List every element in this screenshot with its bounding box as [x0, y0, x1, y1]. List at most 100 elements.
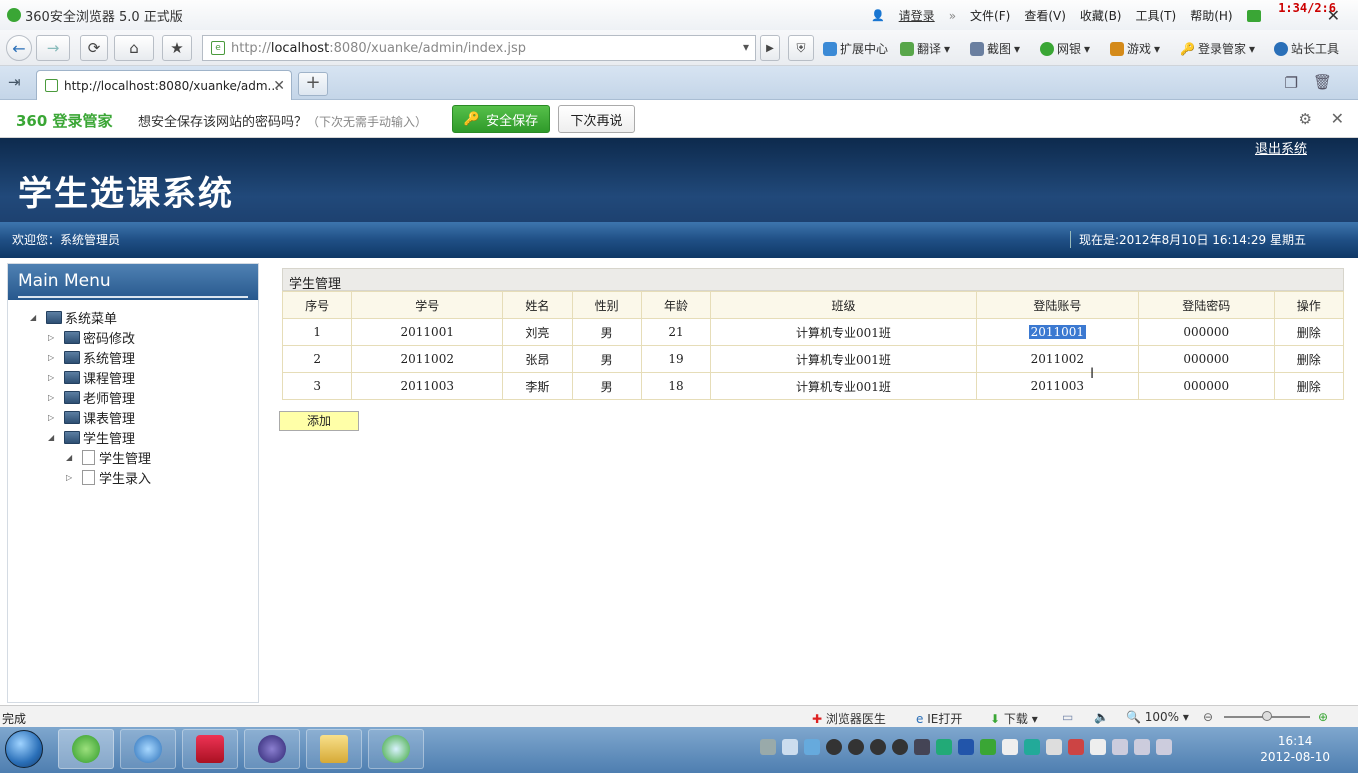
shield-icon[interactable]	[980, 739, 996, 755]
favorite-star-button[interactable]: ★	[162, 35, 192, 61]
tray-app-icon[interactable]	[958, 739, 974, 755]
shield-icon[interactable]: ⛨	[788, 35, 814, 61]
qq-icon[interactable]	[848, 739, 864, 755]
tray-app-icon[interactable]	[1046, 739, 1062, 755]
tray-app-icon[interactable]	[1068, 739, 1084, 755]
extensions-button[interactable]: 扩展中心	[823, 40, 888, 57]
flag-icon[interactable]	[1090, 739, 1106, 755]
taskbar-toolbox[interactable]	[182, 729, 238, 769]
qq-icon[interactable]	[870, 739, 886, 755]
zoom-level[interactable]: 🔍 100% ▾	[1126, 710, 1189, 724]
tree-item-students[interactable]: ◢ 学生管理	[48, 428, 135, 447]
go-button[interactable]: ▶	[760, 35, 780, 61]
expand-icon[interactable]: ▷	[48, 353, 58, 362]
tree-item-system[interactable]: ▷ 系统管理	[48, 348, 135, 367]
refresh-icon[interactable]	[1024, 739, 1040, 755]
login-manager-button[interactable]: 🔑 登录管家 ▾	[1180, 40, 1255, 57]
sidebar-toggle-icon[interactable]: ⇥	[8, 73, 21, 91]
menu-file[interactable]: 文件(F)	[970, 7, 1010, 24]
expand-icon[interactable]: ▷	[48, 413, 58, 422]
new-tab-button[interactable]: +	[298, 72, 328, 96]
network-icon[interactable]	[782, 739, 798, 755]
delete-link[interactable]: 删除	[1273, 318, 1345, 346]
welcome-text: 欢迎您：系统管理员	[12, 233, 121, 247]
games-button[interactable]: 游戏 ▾	[1110, 40, 1160, 57]
delete-link[interactable]: 删除	[1273, 372, 1345, 400]
forward-button[interactable]: →	[36, 35, 70, 61]
tree-item-courses[interactable]: ▷ 课程管理	[48, 368, 135, 387]
table-row: 3 2011003 李斯 男 18 计算机专业001班 2011003 0000…	[281, 372, 1345, 400]
menu-tools[interactable]: 工具(T)	[1136, 7, 1177, 24]
expand-icon[interactable]: ▷	[48, 373, 58, 382]
close-tab-icon[interactable]: ✕	[273, 78, 285, 94]
folder-icon	[64, 431, 80, 444]
logout-link[interactable]: 退出系统	[1255, 138, 1307, 157]
taskbar-360-browser[interactable]	[58, 729, 114, 769]
address-bar[interactable]: e http://localhost:8080/xuanke/admin/ind…	[202, 35, 756, 61]
window-icon[interactable]: ▭	[1062, 710, 1073, 724]
ie-open-button[interactable]: e IE打开	[916, 710, 962, 727]
device-icon[interactable]	[1112, 739, 1128, 755]
menu-favorites[interactable]: 收藏(B)	[1080, 7, 1122, 24]
tree-subitem-student-entry[interactable]: ▷ 学生录入	[66, 468, 151, 487]
collapse-icon[interactable]: ◢	[30, 313, 40, 322]
collapse-icon[interactable]: ◢	[66, 453, 76, 462]
taskbar-ie[interactable]	[120, 729, 176, 769]
login-link[interactable]: 请登录	[899, 7, 935, 24]
expand-icon[interactable]: ▷	[48, 393, 58, 402]
tree-item-schedule[interactable]: ▷ 课表管理	[48, 408, 135, 427]
address-dropdown-icon[interactable]: ▾	[743, 40, 749, 54]
bank-button[interactable]: 网银 ▾	[1040, 40, 1090, 57]
taskbar-app[interactable]	[368, 729, 424, 769]
cell-class: 计算机专业001班	[710, 372, 977, 400]
refresh-button[interactable]: ⟳	[80, 35, 108, 61]
tree-subitem-student-manage[interactable]: ◢ 学生管理	[66, 448, 151, 467]
expand-icon[interactable]: ▷	[48, 333, 58, 342]
tray-app-icon[interactable]	[936, 739, 952, 755]
display-icon[interactable]	[1134, 739, 1150, 755]
taskbar-explorer[interactable]	[306, 729, 362, 769]
zoom-in-icon[interactable]: ⊕	[1318, 710, 1328, 724]
tray-app-icon[interactable]	[1002, 739, 1018, 755]
delete-link[interactable]: 删除	[1273, 345, 1345, 373]
home-button[interactable]: ⌂	[114, 35, 154, 61]
taskbar-eclipse[interactable]	[244, 729, 300, 769]
later-button[interactable]: 下次再说	[558, 105, 635, 133]
col-header: 姓名	[502, 291, 573, 319]
qq-icon[interactable]	[892, 739, 908, 755]
eclipse-icon	[258, 735, 286, 763]
translate-button[interactable]: 翻译 ▾	[900, 40, 950, 57]
skin-icon[interactable]	[1246, 9, 1261, 22]
tree-item-password[interactable]: ▷ 密码修改	[48, 328, 135, 347]
tree-item-teachers[interactable]: ▷ 老师管理	[48, 388, 135, 407]
volume-icon[interactable]	[1156, 739, 1172, 755]
back-button[interactable]: ←	[6, 35, 32, 61]
add-button[interactable]: 添加	[279, 411, 359, 431]
close-icon[interactable]: ✕	[1331, 109, 1344, 128]
student-table: 序号 学号 姓名 性别 年龄 班级 登陆账号 登陆密码 操作 1 2011001…	[281, 291, 1345, 400]
cell-age: 21	[640, 318, 712, 346]
tree-root[interactable]: ◢ 系统菜单	[30, 308, 117, 327]
collapse-icon[interactable]: ◢	[48, 433, 58, 442]
zoom-out-icon[interactable]: ⊖	[1203, 710, 1213, 724]
speaker-icon[interactable]: 🔈	[1094, 710, 1109, 724]
menu-help[interactable]: 帮助(H)	[1190, 7, 1232, 24]
secure-save-button[interactable]: 🔑 安全保存	[452, 105, 550, 133]
start-button[interactable]	[5, 730, 43, 768]
screenshot-button[interactable]: 截图 ▾	[970, 40, 1020, 57]
expand-icon[interactable]: ▷	[66, 473, 76, 482]
tray-app-icon[interactable]	[914, 739, 930, 755]
trash-icon[interactable]: 🗑	[1313, 73, 1332, 91]
webmaster-tools-button[interactable]: 站长工具	[1274, 40, 1339, 57]
browser-doctor-button[interactable]: ✚ 浏览器医生	[812, 710, 886, 727]
menu-view[interactable]: 查看(V)	[1024, 7, 1066, 24]
restore-tabs-icon[interactable]: ❐	[1285, 74, 1298, 92]
tab-active[interactable]: http://localhost:8080/xuanke/adm... ✕	[36, 70, 292, 100]
qq-icon[interactable]	[804, 739, 820, 755]
gear-icon[interactable]: ⚙	[1299, 110, 1312, 128]
download-button[interactable]: ⬇ 下载 ▾	[990, 710, 1038, 727]
qq-icon[interactable]	[826, 739, 842, 755]
zoom-slider-knob[interactable]	[1262, 711, 1272, 721]
keyboard-icon[interactable]	[760, 739, 776, 755]
taskbar-clock[interactable]: 16:14 2012-08-10	[1260, 733, 1330, 765]
